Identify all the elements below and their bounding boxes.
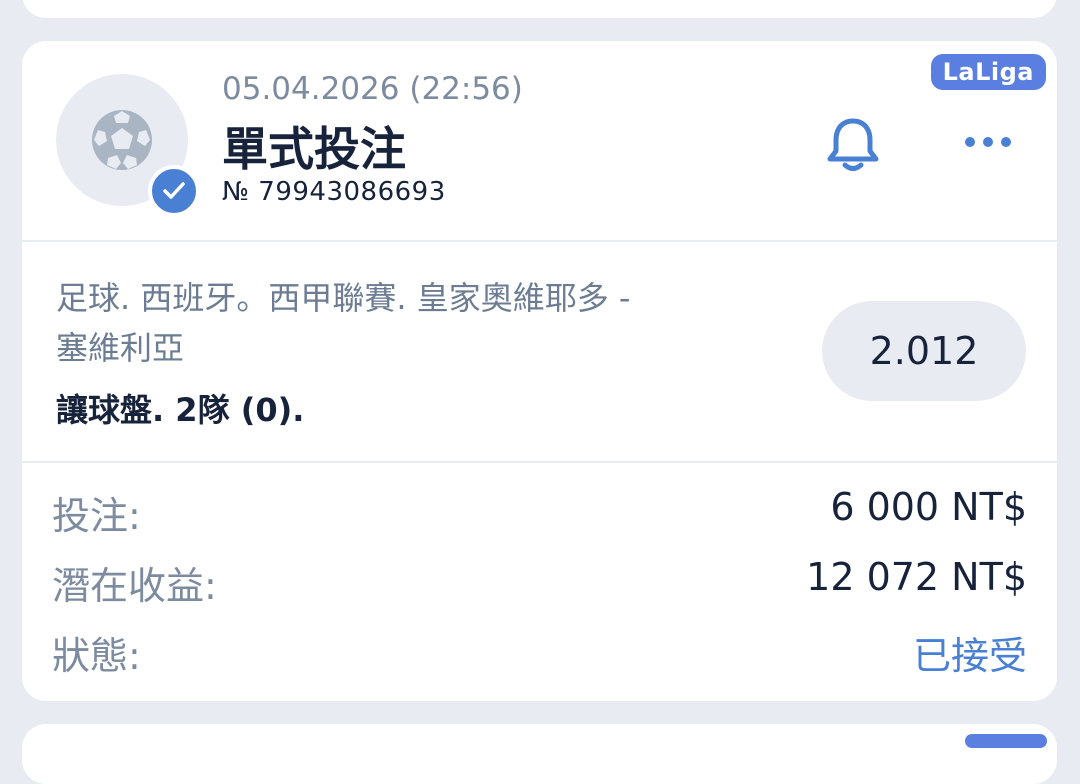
odds-button[interactable]: 2.012 bbox=[822, 301, 1026, 401]
stake-value: 6 000 NT$ bbox=[830, 485, 1027, 529]
divider bbox=[22, 240, 1057, 242]
bell-icon[interactable] bbox=[822, 113, 884, 175]
bet-card[interactable]: LaLiga 05.04.2026 (22:56) 單式投注 № 7994308… bbox=[22, 41, 1057, 701]
potential-payout-label: 潛在收益: bbox=[52, 564, 217, 608]
league-badge: LaLiga bbox=[930, 54, 1046, 90]
status-label: 狀態: bbox=[52, 634, 141, 678]
event-line-1: 足球. 西班牙。西甲聯賽. 皇家奧維耶多 - bbox=[56, 279, 631, 317]
divider bbox=[22, 461, 1057, 463]
bet-number: № 79943086693 bbox=[222, 177, 446, 207]
check-icon bbox=[148, 165, 200, 217]
bet-date: 05.04.2026 (22:56) bbox=[222, 71, 523, 107]
next-bet-card[interactable] bbox=[22, 724, 1057, 784]
market-selection: 讓球盤. 2隊 (0). bbox=[56, 391, 305, 429]
soccer-ball-icon bbox=[92, 110, 152, 170]
previous-bet-card[interactable] bbox=[22, 0, 1057, 18]
stake-label: 投注: bbox=[52, 494, 141, 538]
status-value: 已接受 bbox=[912, 634, 1027, 678]
potential-payout-value: 12 072 NT$ bbox=[806, 555, 1027, 599]
event-line-2: 塞維利亞 bbox=[56, 329, 185, 367]
bet-type-title: 單式投注 bbox=[222, 122, 406, 176]
event-description: 足球. 西班牙。西甲聯賽. 皇家奧維耶多 - 塞維利亞 bbox=[56, 273, 776, 373]
league-badge bbox=[965, 734, 1047, 748]
more-icon[interactable] bbox=[962, 129, 1014, 155]
